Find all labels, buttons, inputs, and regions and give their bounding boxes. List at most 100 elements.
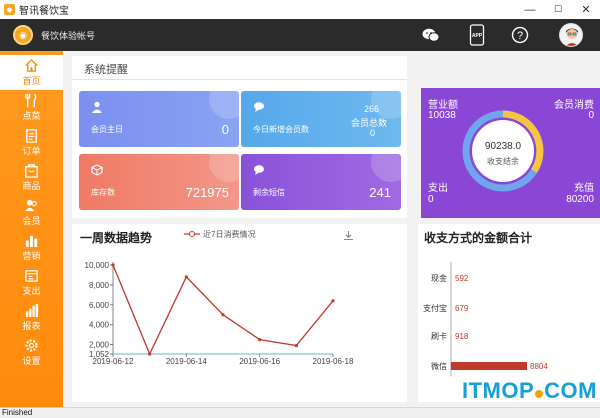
card-label: 库存数	[91, 188, 115, 197]
divider	[72, 79, 407, 80]
category-label: 刷卡	[431, 331, 447, 341]
value-label: 918	[455, 332, 469, 341]
status-bar: Finished	[0, 407, 600, 418]
payments-bar-chart: 现金 592 支付宝 679 刷卡 918 微信 8804	[423, 262, 548, 376]
member-spend-value: 0	[588, 110, 594, 121]
maximize-button[interactable]: ☐	[544, 0, 572, 19]
box-icon	[91, 164, 103, 176]
category-label: 微信	[431, 361, 447, 371]
sidebar-item-settings[interactable]: 设置	[0, 335, 63, 370]
brand-logo-icon: ◉	[13, 25, 33, 45]
y-tick-label: 2,000	[89, 341, 110, 350]
title-bar: ◆ 智讯餐饮宝 — ☐ ✕	[0, 0, 600, 19]
sidebar-item-reports[interactable]: 报表	[0, 300, 63, 335]
card-decoration	[209, 154, 239, 182]
minimize-button[interactable]: —	[516, 0, 544, 19]
value-label: 592	[455, 274, 469, 283]
x-tick-label: 2019-06-18	[313, 357, 354, 366]
data-point	[111, 263, 115, 267]
card-value-top: 266	[363, 104, 379, 114]
app-logo-icon: ◆	[4, 4, 15, 15]
user-icon	[92, 101, 102, 113]
card-value: 0	[369, 128, 375, 138]
series-line	[112, 264, 334, 356]
member-spend-label: 会员消费	[554, 100, 594, 111]
legend-label: 近7日消费情况	[203, 229, 255, 239]
sidebar-item-label: 首页	[22, 76, 41, 86]
y-tick-label: 4,000	[89, 321, 110, 330]
sidebar-item-marketing[interactable]: 营销	[0, 230, 63, 265]
sidebar: 首页 点菜 订单 商品 会员 营销 支出 报表 设置	[0, 51, 63, 407]
app-download-icon[interactable]: APP	[466, 24, 488, 46]
expense-value: 0	[428, 194, 434, 205]
card-value: 721975	[185, 185, 229, 200]
revenue-value: 10038	[428, 110, 456, 121]
sidebar-item-products[interactable]: 商品	[0, 160, 63, 195]
wallet-icon	[25, 270, 38, 282]
trend-line-chart: 近7日消费情况10,0008,0006,0004,0002,0001,05220…	[85, 229, 354, 366]
clipboard-icon	[26, 129, 37, 143]
members-icon	[24, 199, 37, 212]
card-decoration	[371, 154, 401, 182]
card-label: 剩余短信	[253, 188, 285, 197]
bag-icon	[25, 164, 38, 178]
bar	[451, 362, 527, 370]
sidebar-item-home[interactable]: 首页	[0, 55, 63, 90]
card-decoration	[209, 91, 239, 119]
close-button[interactable]: ✕	[572, 0, 600, 19]
sidebar-item-label: 报表	[22, 321, 41, 331]
sidebar-item-label: 营销	[22, 251, 41, 261]
data-point	[331, 299, 335, 303]
sidebar-item-label: 会员	[22, 216, 41, 226]
value-label: 679	[455, 304, 469, 313]
card-inventory[interactable]: 库存数 721975	[79, 154, 239, 210]
balance-value: 90238.0	[484, 141, 522, 152]
x-tick-label: 2019-06-12	[93, 357, 134, 366]
sidebar-item-label: 订单	[22, 146, 41, 156]
sidebar-item-order-food[interactable]: 点菜	[0, 90, 63, 125]
y-tick-label: 6,000	[89, 301, 110, 310]
y-tick-label: 10,000	[85, 261, 110, 270]
sidebar-item-orders[interactable]: 订单	[0, 125, 63, 160]
data-point	[294, 343, 298, 348]
recharge-value: 80200	[566, 194, 594, 205]
avatar[interactable]	[559, 23, 583, 47]
data-point	[148, 352, 152, 356]
balance-label: 收支结余	[487, 157, 519, 166]
data-point	[184, 275, 188, 279]
sidebar-item-label: 支出	[22, 286, 41, 296]
category-label: 现金	[431, 273, 447, 283]
y-tick-label: 8,000	[89, 281, 110, 290]
gear-icon	[25, 339, 38, 352]
data-point	[221, 313, 225, 317]
recharge-label: 充值	[574, 183, 594, 194]
value-label: 8804	[530, 362, 548, 371]
sidebar-item-members[interactable]: 会员	[0, 195, 63, 230]
account-name: 餐饮体验帐号	[41, 31, 96, 41]
data-point	[258, 337, 262, 342]
finance-summary-card: 营业额 10038 会员消费 0 支出 0 充值 80200 90238.0 收…	[421, 88, 600, 218]
site-watermark: ITMOP COM	[462, 378, 597, 403]
card-label: 今日新增会员数	[253, 125, 309, 134]
home-icon	[25, 58, 38, 72]
chat-icon	[254, 102, 264, 112]
x-tick-label: 2019-06-16	[239, 357, 280, 366]
x-tick-label: 2019-06-14	[166, 357, 207, 366]
wechat-icon[interactable]	[420, 24, 442, 46]
revenue-label: 营业额	[428, 100, 458, 111]
card-label: 会员主日	[91, 125, 123, 134]
svg-text:APP: APP	[472, 33, 483, 39]
reminders-title: 系统提醒	[84, 64, 128, 76]
legend-marker	[189, 231, 195, 237]
card-sms-remaining[interactable]: 剩余短信 241	[241, 154, 401, 210]
card-sublabel: 会员总数	[350, 118, 387, 128]
sidebar-item-expenses[interactable]: 支出	[0, 265, 63, 300]
help-icon[interactable]: ?	[509, 24, 531, 46]
card-member-birthday[interactable]: 会员主日 0	[79, 91, 239, 147]
expense-label: 支出	[428, 183, 448, 194]
sidebar-item-label: 设置	[22, 356, 41, 366]
category-label: 支付宝	[423, 303, 447, 313]
card-value: 0	[221, 122, 229, 137]
card-new-members[interactable]: 今日新增会员数 266 会员总数 0	[241, 91, 401, 147]
cutlery-icon	[25, 93, 37, 108]
